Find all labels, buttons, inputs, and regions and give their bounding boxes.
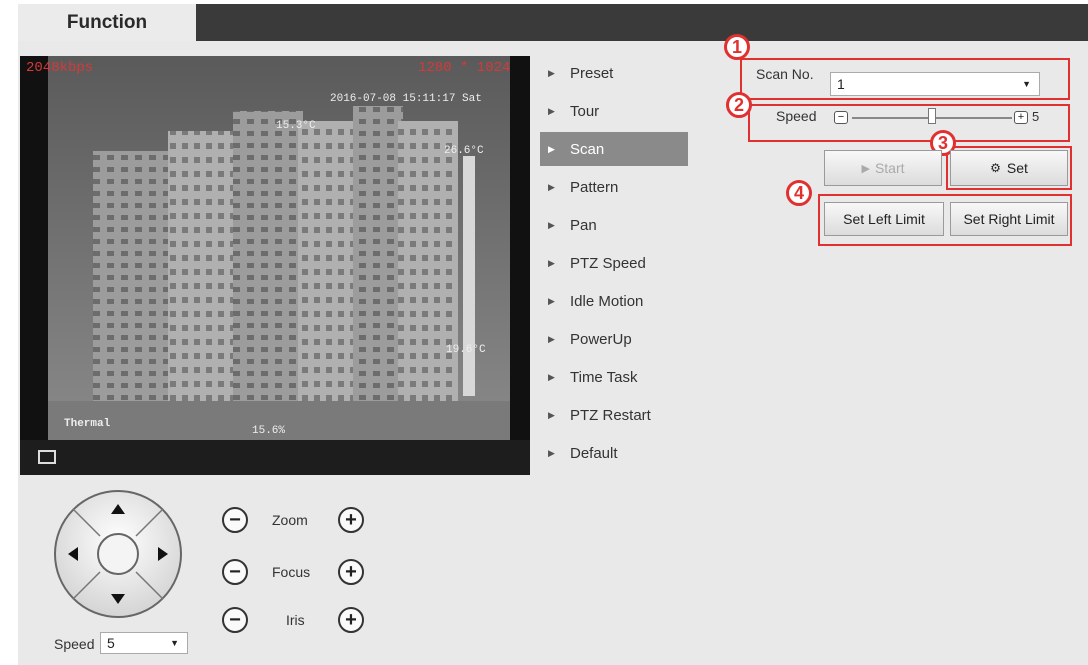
chevron-right-icon: ▶: [548, 447, 555, 458]
window-icon[interactable]: [38, 450, 56, 464]
menu-item-scan[interactable]: ▶ Scan: [540, 132, 688, 166]
scan-no-label: Scan No.: [756, 66, 814, 82]
chevron-right-icon: ▶: [548, 181, 555, 192]
ptz-speed-value: 5: [107, 635, 115, 651]
menu-item-ptz-speed[interactable]: ▶ PTZ Speed: [540, 246, 688, 280]
chevron-right-icon: ▶: [548, 333, 555, 344]
iris-minus-button[interactable]: −: [222, 607, 248, 633]
gear-icon: ⚙: [990, 161, 1001, 175]
tab-function[interactable]: Function: [18, 4, 196, 42]
speed-value: 5: [1032, 109, 1040, 124]
chevron-right-icon: ▶: [548, 409, 555, 420]
minus-icon[interactable]: −: [834, 111, 848, 124]
thermal-image: [48, 56, 510, 440]
callout-2: 2: [726, 92, 752, 118]
menu-item-tour[interactable]: ▶ Tour: [540, 94, 688, 128]
chevron-right-icon: ▶: [548, 67, 555, 78]
menu-item-pattern[interactable]: ▶ Pattern: [540, 170, 688, 204]
temp-osd-right-mid: 19.6°C: [446, 344, 486, 356]
channel-label: Thermal: [64, 418, 111, 430]
menu-item-label: PTZ Speed: [570, 254, 646, 272]
menu-item-label: Pan: [570, 216, 597, 234]
menu-item-idle-motion[interactable]: ▶ Idle Motion: [540, 284, 688, 318]
menu-item-label: Scan: [570, 140, 605, 158]
zoom-in-button[interactable]: +: [338, 507, 364, 533]
scan-no-value: 1: [837, 76, 845, 92]
chevron-right-icon: ▶: [548, 295, 555, 306]
menu-item-label: Idle Motion: [570, 292, 644, 310]
chevron-right-icon: ▶: [548, 257, 555, 268]
temp-osd-right-top: 26.6°C: [444, 145, 484, 157]
callout-1: 1: [724, 34, 750, 60]
menu-item-powerup[interactable]: ▶ PowerUp: [540, 322, 688, 356]
chevron-right-icon: ▶: [548, 143, 555, 154]
menu-item-label: Preset: [570, 64, 614, 82]
ptz-speed-label: Speed: [54, 636, 95, 652]
chevron-right-icon: ▶: [548, 219, 555, 230]
start-button-label: Start: [874, 160, 905, 176]
chevron-down-icon: ▼: [1022, 79, 1031, 89]
focus-label: Focus: [272, 564, 311, 580]
menu-item-ptz-restart[interactable]: ▶ PTZ Restart: [540, 398, 688, 432]
iris-plus-button[interactable]: +: [338, 607, 364, 633]
menu-item-pan[interactable]: ▶ Pan: [540, 208, 688, 242]
chevron-right-icon: ▶: [548, 105, 555, 116]
chevron-down-icon: ▼: [170, 638, 179, 648]
zoom-out-button[interactable]: −: [222, 507, 248, 533]
temp-osd-bottom: 15.6%: [252, 425, 286, 437]
iris-label: Iris: [286, 612, 305, 628]
play-icon: ▶: [861, 162, 870, 175]
menu-item-label: Pattern: [570, 178, 619, 196]
menu-item-label: PowerUp: [570, 330, 632, 348]
menu-item-default[interactable]: ▶ Default: [540, 436, 688, 470]
scan-no-select[interactable]: 1 ▼: [830, 72, 1040, 96]
menu-item-label: Default: [570, 444, 618, 462]
set-button[interactable]: ⚙ Set: [950, 150, 1068, 186]
speed-label: Speed: [776, 108, 817, 124]
focus-plus-button[interactable]: +: [338, 559, 364, 585]
menu-item-preset[interactable]: ▶ Preset: [540, 56, 688, 90]
set-right-limit-button[interactable]: Set Right Limit: [950, 202, 1068, 236]
zoom-label: Zoom: [272, 512, 308, 528]
temp-osd-top: 15.3°C: [276, 120, 316, 132]
ptz-direction-pad[interactable]: [52, 488, 184, 620]
resolution-osd: 1280 * 1024: [418, 60, 511, 76]
plus-icon[interactable]: +: [1014, 111, 1028, 124]
menu-item-time-task[interactable]: ▶ Time Task: [540, 360, 688, 394]
menu-item-label: Time Task: [570, 368, 638, 386]
datetime-osd: 2016-07-08 15:11:17 Sat: [330, 93, 482, 105]
bitrate-osd: 2048kbps: [26, 60, 94, 76]
speed-slider-thumb[interactable]: [928, 108, 936, 124]
focus-minus-button[interactable]: −: [222, 559, 248, 585]
video-toolbar: [20, 440, 530, 475]
set-button-label: Set: [1006, 160, 1028, 176]
callout-4: 4: [786, 180, 812, 206]
menu-item-label: PTZ Restart: [570, 406, 651, 424]
menu-item-label: Tour: [570, 102, 600, 120]
set-left-limit-button[interactable]: Set Left Limit: [824, 202, 944, 236]
chevron-right-icon: ▶: [548, 371, 555, 382]
start-button[interactable]: ▶ Start: [824, 150, 942, 186]
ptz-speed-select[interactable]: 5 ▼: [100, 632, 188, 654]
